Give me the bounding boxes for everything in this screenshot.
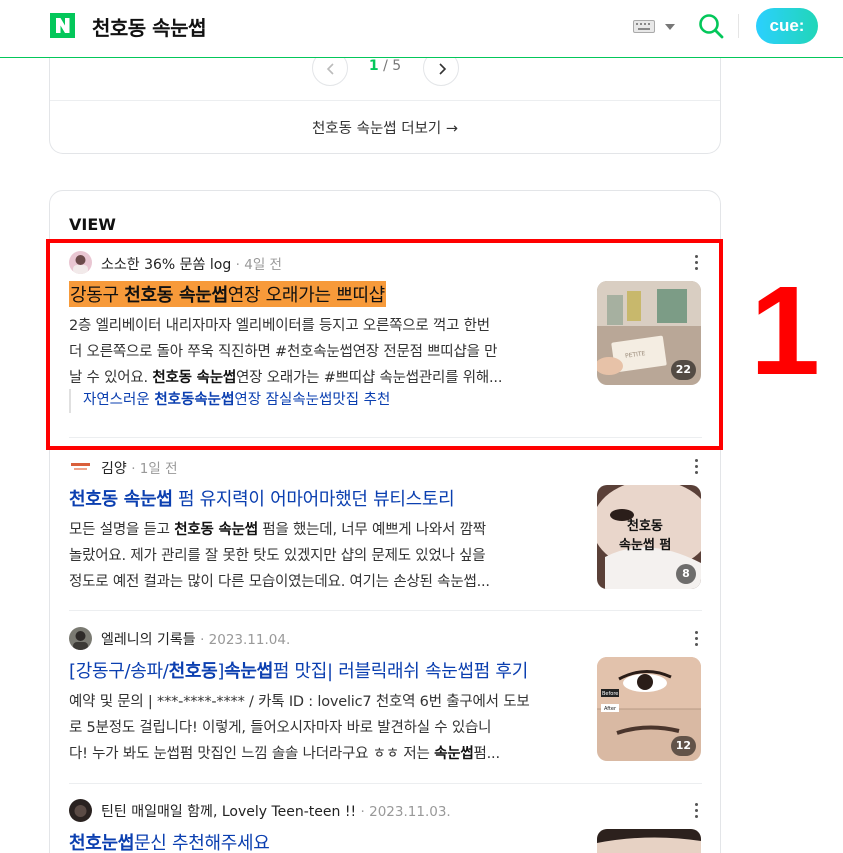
- author-line[interactable]: 김양 · 1일 전: [101, 457, 178, 478]
- list-item: 엘레니의 기록들 · 2023.11.04. [강동구/송파/천호동]속눈썹펌 …: [69, 627, 702, 767]
- thumb-text: Before: [602, 691, 618, 697]
- divider: [50, 100, 720, 101]
- divider: [69, 783, 702, 784]
- author-line[interactable]: 엘레니의 기록들 · 2023.11.04.: [101, 629, 290, 649]
- avatar[interactable]: [69, 455, 92, 478]
- chevron-right-icon: [439, 63, 447, 75]
- post-time: · 2023.11.03.: [360, 804, 451, 820]
- total-pages: / 5: [383, 58, 402, 74]
- cue-button[interactable]: cue:: [756, 8, 818, 44]
- author-line[interactable]: 틴틴 매일매일 함께, Lovely Teen-teen !! · 2023.1…: [101, 801, 451, 821]
- image-count-badge: 8: [676, 564, 696, 584]
- more-results-link[interactable]: 천호동 속눈썹 더보기 →: [50, 117, 720, 138]
- list-item: 김양 · 1일 전 천호동 속눈썹 펌 유지력이 어마어마했던 뷰티스토리 모든…: [69, 455, 702, 595]
- current-page: 1: [368, 58, 379, 74]
- post-thumbnail[interactable]: 천호동 속눈썹 펌 8: [597, 485, 701, 589]
- post-title[interactable]: 천호눈썹문신 추천해주세요: [69, 829, 589, 853]
- post-snippet: 예약 및 문의 | ***-****-**** / 카톡 ID : loveli…: [69, 694, 530, 762]
- page-indicator: 1 / 5: [350, 58, 420, 74]
- divider: [69, 610, 702, 611]
- thumb-text: 속눈썹 펌: [619, 537, 671, 553]
- post-thumbnail[interactable]: Before After 12: [597, 657, 701, 761]
- list-item: 틴틴 매일매일 함께, Lovely Teen-teen !! · 2023.1…: [69, 799, 702, 853]
- post-thumbnail[interactable]: [597, 829, 701, 853]
- section-title: VIEW: [69, 215, 116, 234]
- post-time: · 2023.11.04.: [200, 632, 291, 648]
- thumb-text: 천호동: [627, 519, 663, 534]
- avatar[interactable]: [69, 627, 92, 650]
- post-snippet: 모든 설명을 듣고 천호동 속눈썹 펌을 했는데, 너무 예쁘게 나와서 깜짝 …: [69, 522, 490, 590]
- post-title[interactable]: 천호동 속눈썹 펌 유지력이 어마어마했던 뷰티스토리: [69, 485, 589, 511]
- more-options-icon[interactable]: [693, 803, 699, 819]
- search-icon[interactable]: [697, 12, 725, 40]
- keyboard-icon[interactable]: [633, 20, 655, 33]
- post-time: · 1일 전: [131, 461, 178, 477]
- naver-logo-icon[interactable]: [50, 13, 75, 38]
- chevron-left-icon: [326, 63, 334, 75]
- search-query[interactable]: 천호동 속눈썹: [92, 12, 206, 41]
- image-count-badge: 12: [670, 736, 696, 756]
- post-title[interactable]: [강동구/송파/천호동]속눈썹펌 맛집| 러블릭래쉬 속눈썹펌 후기: [69, 657, 589, 683]
- author-name[interactable]: 틴틴 매일매일 함께, Lovely Teen-teen !!: [101, 804, 356, 820]
- thumb-text: After: [604, 706, 617, 712]
- search-header: 천호동 속눈썹 cue:: [0, 0, 843, 58]
- highlight-box: [46, 239, 723, 450]
- avatar[interactable]: [69, 799, 92, 822]
- author-name[interactable]: 엘레니의 기록들: [101, 632, 196, 648]
- header-divider: [738, 14, 739, 38]
- more-options-icon[interactable]: [693, 459, 699, 475]
- chevron-down-icon[interactable]: [665, 24, 675, 30]
- more-options-icon[interactable]: [693, 631, 699, 647]
- annotation-number: 1: [750, 260, 821, 401]
- author-name[interactable]: 김양: [101, 461, 127, 477]
